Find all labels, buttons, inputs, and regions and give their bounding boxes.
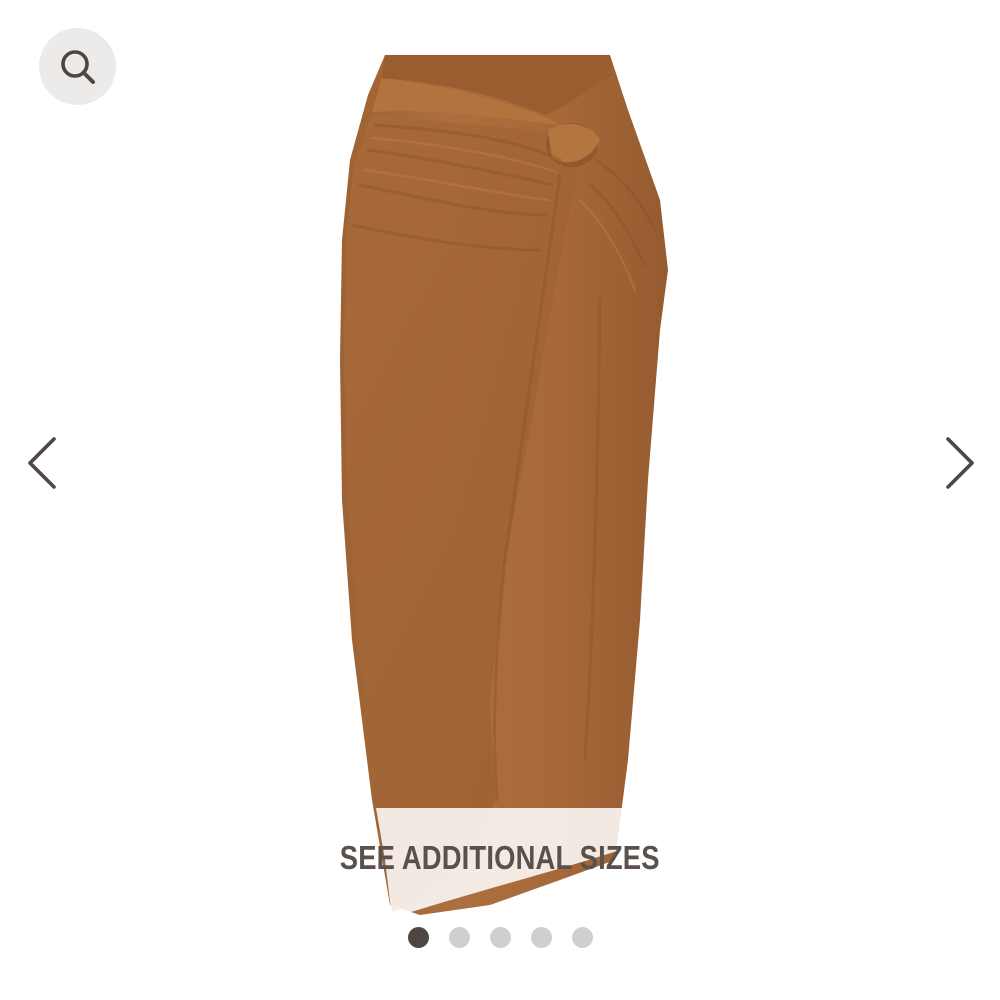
pagination-dot-3[interactable] — [489, 926, 511, 948]
carousel-pagination — [0, 926, 1000, 948]
pagination-dot-1[interactable] — [407, 926, 429, 948]
product-image-gallery: SEE ADDITIONAL SIZES — [0, 0, 1000, 1000]
pagination-dot-4[interactable] — [530, 926, 552, 948]
see-additional-sizes-label: SEE ADDITIONAL SIZES — [340, 839, 660, 876]
pagination-dot-5[interactable] — [571, 926, 593, 948]
previous-image-button[interactable] — [22, 433, 62, 493]
search-button[interactable] — [39, 28, 116, 105]
see-additional-sizes-link[interactable]: SEE ADDITIONAL SIZES — [0, 836, 1000, 880]
chevron-right-icon — [946, 437, 974, 489]
search-icon — [60, 49, 95, 84]
chevron-left-icon — [28, 437, 56, 489]
pagination-dot-2[interactable] — [448, 926, 470, 948]
next-image-button[interactable] — [940, 433, 980, 493]
